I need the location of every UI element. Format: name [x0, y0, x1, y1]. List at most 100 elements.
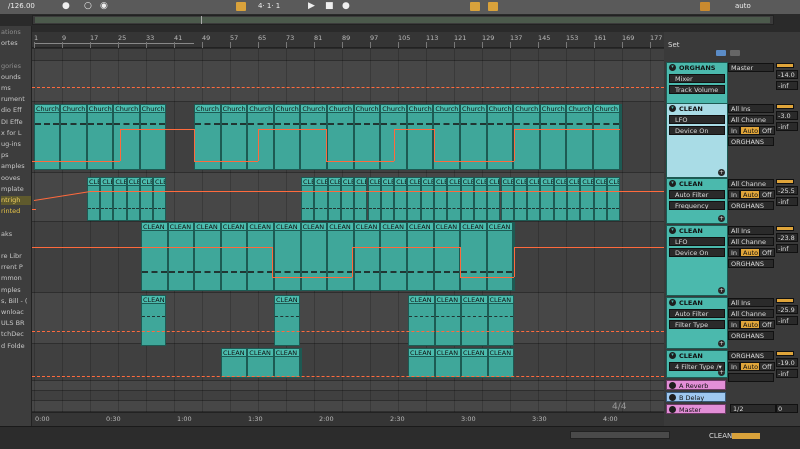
- track-pan-value[interactable]: -inf: [776, 316, 798, 325]
- add-lane-icon[interactable]: +: [718, 215, 725, 222]
- audio-clip[interactable]: CLE: [301, 177, 315, 221]
- input-channel-chooser[interactable]: All Channe: [728, 115, 774, 124]
- fold-arrow-icon[interactable]: ▾: [669, 352, 676, 359]
- clip-header[interactable]: CLE: [568, 178, 580, 186]
- browser-item[interactable]: x for L: [1, 129, 31, 138]
- loop-toggle-button[interactable]: [236, 2, 246, 11]
- audio-clip[interactable]: CLEAN 5: [247, 348, 274, 378]
- clip-header[interactable]: CLEAN 4: [488, 296, 513, 304]
- clip-header[interactable]: CLE: [528, 178, 540, 186]
- master-volume[interactable]: 0: [776, 404, 798, 413]
- monitor-off-button[interactable]: Off: [759, 190, 775, 199]
- add-lane-icon[interactable]: +: [718, 340, 725, 347]
- clip-header[interactable]: Church: [381, 105, 406, 113]
- audio-clip[interactable]: CLE: [567, 177, 581, 221]
- automation-arm-button[interactable]: [488, 2, 498, 11]
- audio-clip[interactable]: Church: [593, 104, 620, 170]
- audio-clip[interactable]: Church: [300, 104, 327, 170]
- audio-clip[interactable]: CLEAN 2: [300, 222, 328, 291]
- clip-header[interactable]: CLEAN 2: [248, 223, 273, 231]
- automation-line[interactable]: [326, 129, 327, 161]
- audio-clip[interactable]: CLE: [420, 177, 434, 221]
- monitor-in-button[interactable]: In: [728, 362, 741, 371]
- loop-brace[interactable]: [34, 43, 194, 46]
- clip-header[interactable]: CLE: [302, 178, 314, 186]
- input-channel-chooser[interactable]: All Channe: [728, 309, 774, 318]
- add-lane-icon[interactable]: +: [718, 369, 725, 376]
- audio-clip[interactable]: CLE: [354, 177, 368, 221]
- clip-header[interactable]: CLE: [140, 178, 152, 186]
- audio-clip[interactable]: CLE: [487, 177, 501, 221]
- clip-header[interactable]: Church: [140, 105, 165, 113]
- audio-clip[interactable]: CLEAN 2: [353, 222, 381, 291]
- audio-clip[interactable]: Church: [513, 104, 540, 170]
- fold-arrow-icon[interactable]: [669, 382, 676, 389]
- clip-header[interactable]: CLE: [488, 178, 500, 186]
- audio-clip[interactable]: CLE: [394, 177, 408, 221]
- audio-clip[interactable]: CLEAN 2: [380, 222, 407, 291]
- clip-header[interactable]: CLE: [448, 178, 460, 186]
- automation-line[interactable]: [258, 129, 259, 161]
- follow-icon[interactable]: ○: [84, 1, 92, 11]
- audio-clip[interactable]: CLEAN 2: [460, 222, 487, 291]
- browser-item[interactable]: rinted: [1, 207, 31, 216]
- input-type-chooser[interactable]: All Channe: [728, 179, 774, 188]
- clip-header[interactable]: Church: [487, 105, 513, 113]
- audio-clip[interactable]: CLEAN 2: [407, 222, 434, 291]
- clip-header[interactable]: Church: [567, 105, 592, 113]
- clip-header[interactable]: Church: [434, 105, 459, 113]
- track-header[interactable]: ▾ CLEAN 4 Filter Type /▾ +: [666, 350, 728, 378]
- browser-item[interactable]: mplate: [1, 185, 31, 194]
- audio-clip[interactable]: CLEAN 2: [327, 222, 354, 291]
- browser-item[interactable]: ULS BR: [1, 319, 31, 328]
- track-lane[interactable]: [32, 391, 664, 401]
- track-volume[interactable]: [776, 226, 794, 231]
- automation-line[interactable]: [32, 247, 272, 248]
- output-chooser[interactable]: [728, 373, 774, 382]
- clip-header[interactable]: CLEAN 4: [275, 296, 299, 304]
- fold-arrow-icon[interactable]: ▾: [669, 180, 676, 187]
- clip-header[interactable]: CLE: [408, 178, 420, 186]
- clip-header[interactable]: CLE: [341, 178, 354, 186]
- browser-item[interactable]: [1, 50, 31, 59]
- clip-header[interactable]: Church: [328, 105, 353, 113]
- audio-clip[interactable]: CLEAN 5: [273, 348, 300, 378]
- track-pan-value[interactable]: -inf: [776, 244, 798, 253]
- automation-line[interactable]: [352, 247, 460, 248]
- return-track-header[interactable]: A Reverb: [666, 380, 726, 390]
- output-chooser[interactable]: ORGHANS: [728, 137, 774, 146]
- clip-header[interactable]: CLE: [328, 178, 340, 186]
- track-volume-value[interactable]: -14.0: [776, 70, 798, 79]
- input-type-chooser[interactable]: All Ins: [728, 298, 774, 307]
- clip-header[interactable]: CLEAN 5: [488, 349, 513, 357]
- audio-clip[interactable]: CLEAN 4: [141, 295, 166, 346]
- clip-header[interactable]: CLEAN 5: [248, 349, 273, 357]
- device-chooser[interactable]: Mixer: [669, 74, 725, 83]
- overview-visible-range[interactable]: [35, 17, 770, 23]
- track-volume[interactable]: [776, 179, 794, 184]
- browser-item[interactable]: amples: [1, 162, 31, 171]
- audio-clip[interactable]: CLEAN 5: [434, 348, 461, 378]
- output-chooser[interactable]: ORGHANS: [728, 259, 774, 268]
- input-type-chooser[interactable]: All Ins: [728, 226, 774, 235]
- audio-clip[interactable]: CLE: [513, 177, 528, 221]
- audio-clip[interactable]: CLE: [139, 177, 153, 221]
- audio-clip[interactable]: CLEAN 5: [487, 348, 514, 378]
- clip-header[interactable]: CLEAN 2: [354, 223, 379, 231]
- audio-clip[interactable]: CLE: [447, 177, 461, 221]
- clip-header[interactable]: CLEAN 2: [381, 223, 406, 231]
- device-chooser[interactable]: Auto Filter: [669, 309, 725, 318]
- automation-line[interactable]: [194, 161, 258, 162]
- clip-header[interactable]: CLE: [541, 178, 553, 186]
- clip-header[interactable]: CLEAN 4: [435, 296, 460, 304]
- time-ruler[interactable]: 0:00 0:30 1:00 1:30 2:00 2:30 3:00 3:30 4:00: [32, 412, 664, 426]
- automation-line[interactable]: [258, 129, 326, 130]
- audio-clip[interactable]: CLE: [340, 177, 355, 221]
- track-name[interactable]: CLEAN: [679, 105, 703, 113]
- metronome-icon[interactable]: ●: [62, 1, 70, 11]
- automation-line[interactable]: [514, 129, 620, 130]
- clip-header[interactable]: Church: [594, 105, 619, 113]
- browser-item[interactable]: ntrigh: [1, 196, 31, 205]
- browser-item[interactable]: s, Bill - (: [1, 297, 31, 306]
- automation-line[interactable]: [514, 247, 664, 248]
